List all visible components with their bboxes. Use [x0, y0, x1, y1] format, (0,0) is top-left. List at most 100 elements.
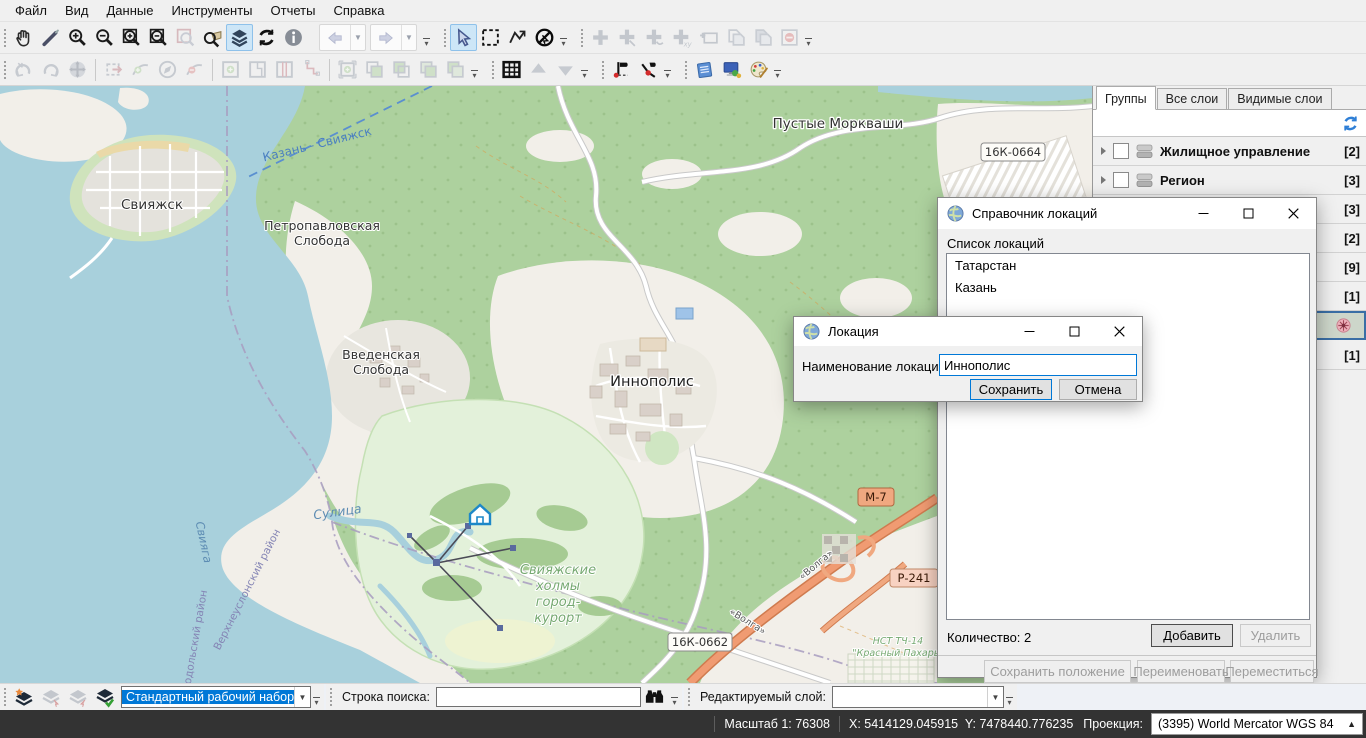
edit-rect-icon-disabled[interactable]: [100, 56, 127, 83]
toolbar-overflow[interactable]: ▾: [469, 59, 480, 81]
select-cursor-icon[interactable]: [450, 24, 477, 51]
nav-back-icon[interactable]: [320, 25, 350, 50]
polygon-select-icon[interactable]: [504, 24, 531, 51]
workset-combobox[interactable]: Стандартный рабочий набор ▼: [121, 686, 311, 708]
info-icon[interactable]: [280, 24, 307, 51]
maximize-button[interactable]: [1226, 198, 1271, 229]
close-button[interactable]: [1271, 198, 1316, 229]
paste-icon-disabled[interactable]: [749, 24, 776, 51]
zoom-in-window-icon[interactable]: [118, 24, 145, 51]
box-cut-icon-disabled[interactable]: [244, 56, 271, 83]
box-add-icon-disabled[interactable]: [217, 56, 244, 83]
menu-reports[interactable]: Отчеты: [262, 1, 325, 20]
add-line-object-icon-disabled[interactable]: [614, 24, 641, 51]
notes-icon[interactable]: [691, 56, 718, 83]
snap-flag-icon-1[interactable]: [608, 56, 635, 83]
delete-vertex-icon-disabled[interactable]: [181, 56, 208, 83]
toolbar-overflow[interactable]: ▾: [421, 27, 432, 49]
zoom-out-icon[interactable]: [91, 24, 118, 51]
menu-tools[interactable]: Инструменты: [162, 1, 261, 20]
nav-back-splitbutton[interactable]: ▼: [319, 24, 366, 51]
paste-object-icon-disabled[interactable]: [695, 24, 722, 51]
expand-caret-icon[interactable]: [1101, 147, 1106, 155]
chevron-up-icon[interactable]: ▲: [1347, 719, 1356, 729]
rename-location-button[interactable]: Переименовать: [1137, 660, 1225, 683]
chevron-down-icon[interactable]: ▼: [987, 687, 1003, 707]
toolbar-grip[interactable]: [579, 27, 584, 49]
minimize-button[interactable]: [1181, 198, 1226, 229]
box-overlap-icon-1-disabled[interactable]: [361, 56, 388, 83]
box-overlap-icon-2-disabled[interactable]: [388, 56, 415, 83]
projection-combobox[interactable]: (3395) World Mercator WGS 84 ▲: [1151, 713, 1363, 735]
toolbar-grip[interactable]: [683, 59, 688, 81]
add-xy-object-icon-disabled[interactable]: xy: [668, 24, 695, 51]
group-checkbox[interactable]: [1113, 172, 1129, 188]
workset-favorite-layers-icon[interactable]: [10, 686, 37, 708]
workset-import-icon-disabled[interactable]: [37, 686, 64, 708]
refresh-layers-icon[interactable]: [1341, 114, 1360, 133]
cancel-button[interactable]: Отмена: [1059, 379, 1137, 400]
redo-icon-disabled[interactable]: [37, 56, 64, 83]
move-objects-icon-disabled[interactable]: [64, 56, 91, 83]
toolbar-grip[interactable]: [600, 59, 605, 81]
nav-forward-dropdown[interactable]: ▼: [401, 25, 416, 50]
box-overlap-icon-3-disabled[interactable]: [415, 56, 442, 83]
menu-view[interactable]: Вид: [56, 1, 98, 20]
clear-selection-icon[interactable]: [531, 24, 558, 51]
toolbar-overflow[interactable]: ▾: [772, 59, 783, 81]
copy-icon-disabled[interactable]: [722, 24, 749, 51]
menu-data[interactable]: Данные: [98, 1, 163, 20]
toolbar-grip[interactable]: [2, 27, 7, 49]
nav-forward-splitbutton[interactable]: ▼: [370, 24, 417, 51]
layer-group-row[interactable]: Жилищное управление [2]: [1093, 137, 1366, 166]
refresh-map-icon[interactable]: [253, 24, 280, 51]
minimize-button[interactable]: [1007, 317, 1052, 346]
measure-tool-icon[interactable]: [37, 24, 64, 51]
undo-icon-disabled[interactable]: [10, 56, 37, 83]
zoom-in-icon[interactable]: [64, 24, 91, 51]
toolbar-overflow[interactable]: ▾: [558, 27, 569, 49]
save-position-button[interactable]: Сохранить положение: [984, 660, 1131, 683]
rotate-icon-disabled[interactable]: [154, 56, 181, 83]
workset-export-icon-disabled[interactable]: [64, 686, 91, 708]
binoculars-search-icon[interactable]: [641, 688, 669, 706]
move-down-icon-disabled[interactable]: [552, 56, 579, 83]
close-button[interactable]: [1097, 317, 1142, 346]
chevron-down-icon[interactable]: ▼: [294, 687, 310, 707]
goto-location-button[interactable]: Переместиться: [1230, 660, 1314, 683]
location-item[interactable]: Татарстан: [947, 254, 1309, 276]
box-append-icon-disabled[interactable]: [334, 56, 361, 83]
toolbar-grip[interactable]: [2, 59, 7, 81]
layers-filter-bar[interactable]: [1093, 110, 1366, 137]
dialog-titlebar[interactable]: Справочник локаций: [938, 198, 1316, 229]
menu-help[interactable]: Справка: [324, 1, 393, 20]
toolbar-overflow[interactable]: ▾: [311, 686, 322, 708]
toolbar-overflow[interactable]: ▾: [662, 59, 673, 81]
toolbar-overflow[interactable]: ▾: [803, 27, 814, 49]
save-location-button[interactable]: Сохранить: [970, 379, 1052, 400]
maximize-button[interactable]: [1052, 317, 1097, 346]
snap-flag-icon-2[interactable]: [635, 56, 662, 83]
tab-groups[interactable]: Группы: [1096, 86, 1156, 110]
group-checkbox[interactable]: [1113, 143, 1129, 159]
style-palette-icon[interactable]: [745, 56, 772, 83]
add-object-icon-disabled[interactable]: [587, 24, 614, 51]
delete-object-icon-disabled[interactable]: [776, 24, 803, 51]
menu-file[interactable]: Файл: [6, 1, 56, 20]
add-vertex-icon-disabled[interactable]: [127, 56, 154, 83]
toolbar-overflow[interactable]: ▾: [669, 686, 680, 708]
toolbar-overflow[interactable]: ▾: [1004, 686, 1015, 708]
search-by-area-icon[interactable]: [199, 24, 226, 51]
toolbar-grip[interactable]: [328, 686, 333, 708]
location-name-input[interactable]: [939, 354, 1137, 376]
add-location-button[interactable]: Добавить: [1151, 624, 1233, 647]
locations-listbox[interactable]: Татарстан Казань: [946, 253, 1310, 620]
move-up-icon-disabled[interactable]: [525, 56, 552, 83]
toolbar-grip[interactable]: [2, 686, 7, 708]
add-curve-object-icon-disabled[interactable]: [641, 24, 668, 51]
toolbar-grip[interactable]: [686, 686, 691, 708]
expand-caret-icon[interactable]: [1101, 176, 1106, 184]
delete-location-button[interactable]: Удалить: [1240, 624, 1311, 647]
tab-all-layers[interactable]: Все слои: [1157, 88, 1228, 109]
layer-group-row[interactable]: Регион [3]: [1093, 166, 1366, 195]
